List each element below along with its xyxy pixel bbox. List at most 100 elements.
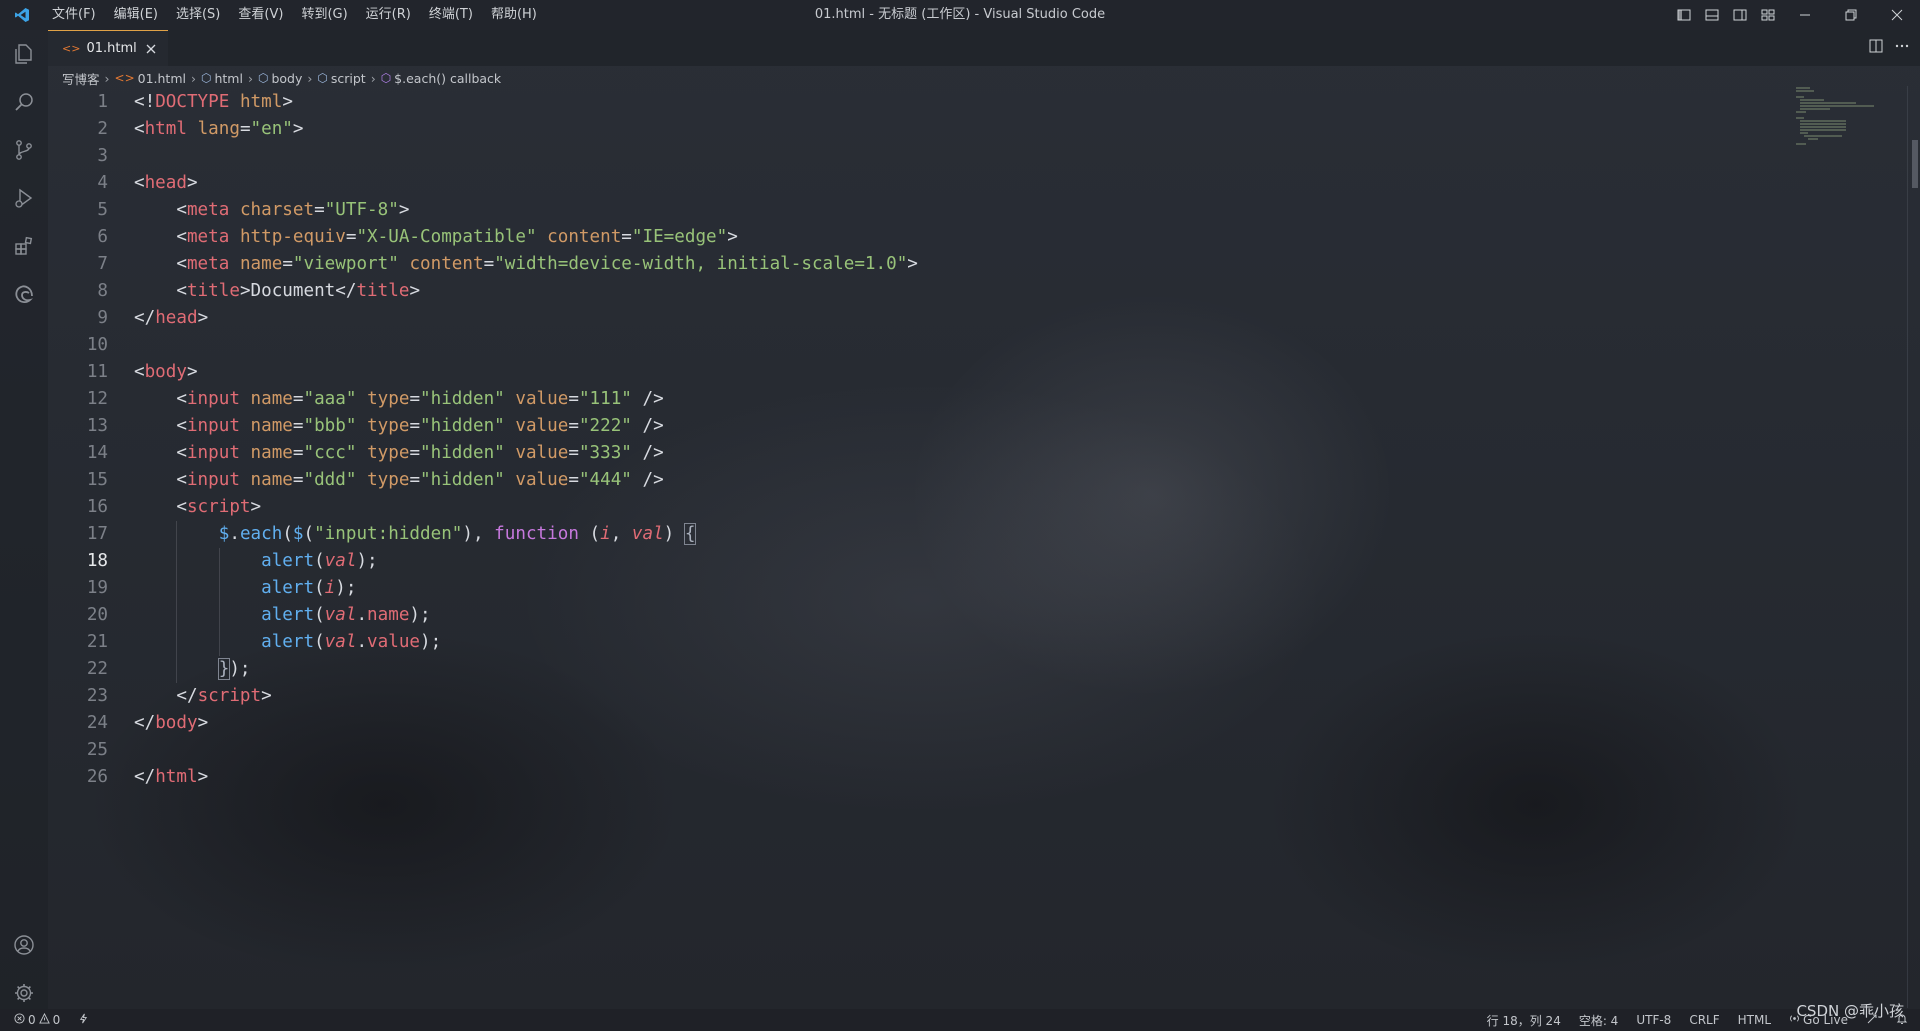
code-text: alert(val.value); [261, 632, 442, 652]
line-number: 2 [97, 119, 108, 139]
code-text: </head> [134, 308, 209, 328]
code-line[interactable]: 22 }); [48, 656, 1908, 683]
code-line[interactable]: 4 <head> [48, 170, 1908, 197]
menu-run[interactable]: 运行(R) [358, 0, 419, 30]
toggle-primary-sidebar-icon[interactable] [1670, 0, 1698, 30]
indent-guide [176, 656, 178, 683]
menu-selection[interactable]: 选择(S) [168, 0, 228, 30]
code-line[interactable]: 12 <input name="aaa" type="hidden" value… [48, 386, 1908, 413]
code-line[interactable]: 3 [48, 143, 1908, 170]
watermark: CSDN @乖小孩 [1796, 1002, 1904, 1020]
code-line[interactable]: 19 alert(i); [48, 575, 1908, 602]
line-number: 12 [86, 389, 108, 409]
code-line[interactable]: 7 <meta name="viewport" content="width=d… [48, 251, 1908, 278]
toggle-panel-icon[interactable] [1698, 0, 1726, 30]
code-line[interactable]: 24 </body> [48, 710, 1908, 737]
code-line[interactable]: 1 <!DOCTYPE html> [48, 89, 1908, 116]
menu-file[interactable]: 文件(F) [44, 0, 104, 30]
breadcrumb-html[interactable]: ⬡ html [201, 71, 243, 86]
code-line[interactable]: 11 <body> [48, 359, 1908, 386]
code-line[interactable]: 5 <meta charset="UTF-8"> [48, 197, 1908, 224]
search-icon[interactable] [0, 78, 48, 126]
run-debug-icon[interactable] [0, 174, 48, 222]
line-number: 24 [86, 713, 108, 733]
code-text: </body> [134, 713, 209, 733]
line-number: 4 [97, 173, 108, 193]
vscode-logo-icon[interactable] [0, 0, 44, 30]
language-mode[interactable]: HTML [1738, 1013, 1771, 1027]
code-text: <script> [176, 497, 262, 517]
code-line[interactable]: 17 $.each($("input:hidden"), function (i… [48, 521, 1908, 548]
indent-guide [218, 629, 220, 656]
encoding[interactable]: UTF-8 [1636, 1013, 1671, 1027]
code-text: $.each($("input:hidden"), function (i, v… [218, 523, 697, 545]
breadcrumb-file[interactable]: <> 01.html [115, 71, 186, 86]
end-of-line[interactable]: CRLF [1689, 1013, 1719, 1027]
source-control-icon[interactable] [0, 126, 48, 174]
more-actions-icon[interactable] [1894, 38, 1910, 58]
html-file-icon: <> [114, 71, 135, 85]
account-icon[interactable] [0, 921, 48, 969]
breadcrumb-body[interactable]: ⬡ body [258, 71, 302, 86]
indent-guide [176, 548, 178, 575]
indentation[interactable]: 空格: 4 [1579, 1012, 1619, 1029]
code-line[interactable]: 18 alert(val); [48, 548, 1908, 575]
tab-01-html[interactable]: <> 01.html [48, 30, 168, 66]
code-line[interactable]: 14 <input name="ccc" type="hidden" value… [48, 440, 1908, 467]
menu-edit[interactable]: 编辑(E) [106, 0, 166, 30]
split-editor-icon[interactable] [1868, 38, 1884, 58]
close-window-icon[interactable] [1874, 0, 1920, 30]
code-line[interactable]: 25 [48, 737, 1908, 764]
code-editor[interactable]: 1 <!DOCTYPE html> 2 <html lang="en"> 3 4 <head… [48, 89, 1908, 791]
code-line[interactable]: 16 <script> [48, 494, 1908, 521]
breadcrumb-folder[interactable]: 写博客 [62, 69, 100, 88]
code-text: alert(val); [261, 551, 378, 571]
code-line[interactable]: 13 <input name="bbb" type="hidden" value… [48, 413, 1908, 440]
cursor-position[interactable]: 行 18，列 24 [1487, 1012, 1561, 1029]
symbol-element-icon: ⬡ [257, 71, 269, 85]
code-line[interactable]: 10 [48, 332, 1908, 359]
code-line[interactable]: 23 </script> [48, 683, 1908, 710]
remote-icon[interactable] [78, 1013, 89, 1027]
extensions-icon[interactable] [0, 222, 48, 270]
code-line[interactable]: 21 alert(val.value); [48, 629, 1908, 656]
menu-terminal[interactable]: 终端(T) [421, 0, 481, 30]
tab-label: 01.html [86, 41, 137, 56]
code-line[interactable]: 6 <meta http-equiv="X-UA-Compatible" con… [48, 224, 1908, 251]
code-text: <input name="aaa" type="hidden" value="1… [176, 389, 664, 409]
line-number: 19 [86, 578, 108, 598]
code-text: <input name="ddd" type="hidden" value="4… [176, 470, 664, 490]
code-line[interactable]: 2 <html lang="en"> [48, 116, 1908, 143]
vertical-scrollbar-thumb[interactable] [1912, 140, 1918, 188]
indent-guide [176, 521, 178, 548]
chevron-right-icon: › [104, 70, 110, 86]
line-number: 5 [97, 200, 108, 220]
toggle-secondary-sidebar-icon[interactable] [1726, 0, 1754, 30]
minimap[interactable] [1794, 86, 1904, 146]
menu-help[interactable]: 帮助(H) [483, 0, 545, 30]
edge-devtools-icon[interactable] [0, 270, 48, 318]
code-line[interactable]: 9 </head> [48, 305, 1908, 332]
breadcrumb-script[interactable]: ⬡ script [317, 71, 365, 86]
close-tab-icon[interactable] [142, 40, 160, 58]
warning-count: 0 [52, 1013, 61, 1027]
breadcrumb-callback[interactable]: ⬡ $.each() callback [381, 71, 501, 86]
line-number: 10 [86, 335, 108, 355]
line-number: 16 [86, 497, 108, 517]
code-line[interactable]: 20 alert(val.name); [48, 602, 1908, 629]
code-line[interactable]: 8 <title>Document</title> [48, 278, 1908, 305]
line-number: 20 [86, 605, 108, 625]
symbol-method-icon: ⬡ [380, 71, 392, 85]
customize-layout-icon[interactable] [1754, 0, 1782, 30]
code-line[interactable]: 26 </html> [48, 764, 1908, 791]
minimize-icon[interactable] [1782, 0, 1828, 30]
menu-view[interactable]: 查看(V) [230, 0, 291, 30]
code-line[interactable]: 15 <input name="ddd" type="hidden" value… [48, 467, 1908, 494]
problems-indicator[interactable]: 0 0 [14, 1012, 61, 1027]
line-number: 18 [86, 551, 108, 571]
error-count: 0 [28, 1013, 36, 1027]
explorer-icon[interactable] [0, 30, 48, 78]
restore-icon[interactable] [1828, 0, 1874, 30]
vertical-scrollbar-track[interactable] [1907, 86, 1920, 1008]
menu-go[interactable]: 转到(G) [293, 0, 355, 30]
